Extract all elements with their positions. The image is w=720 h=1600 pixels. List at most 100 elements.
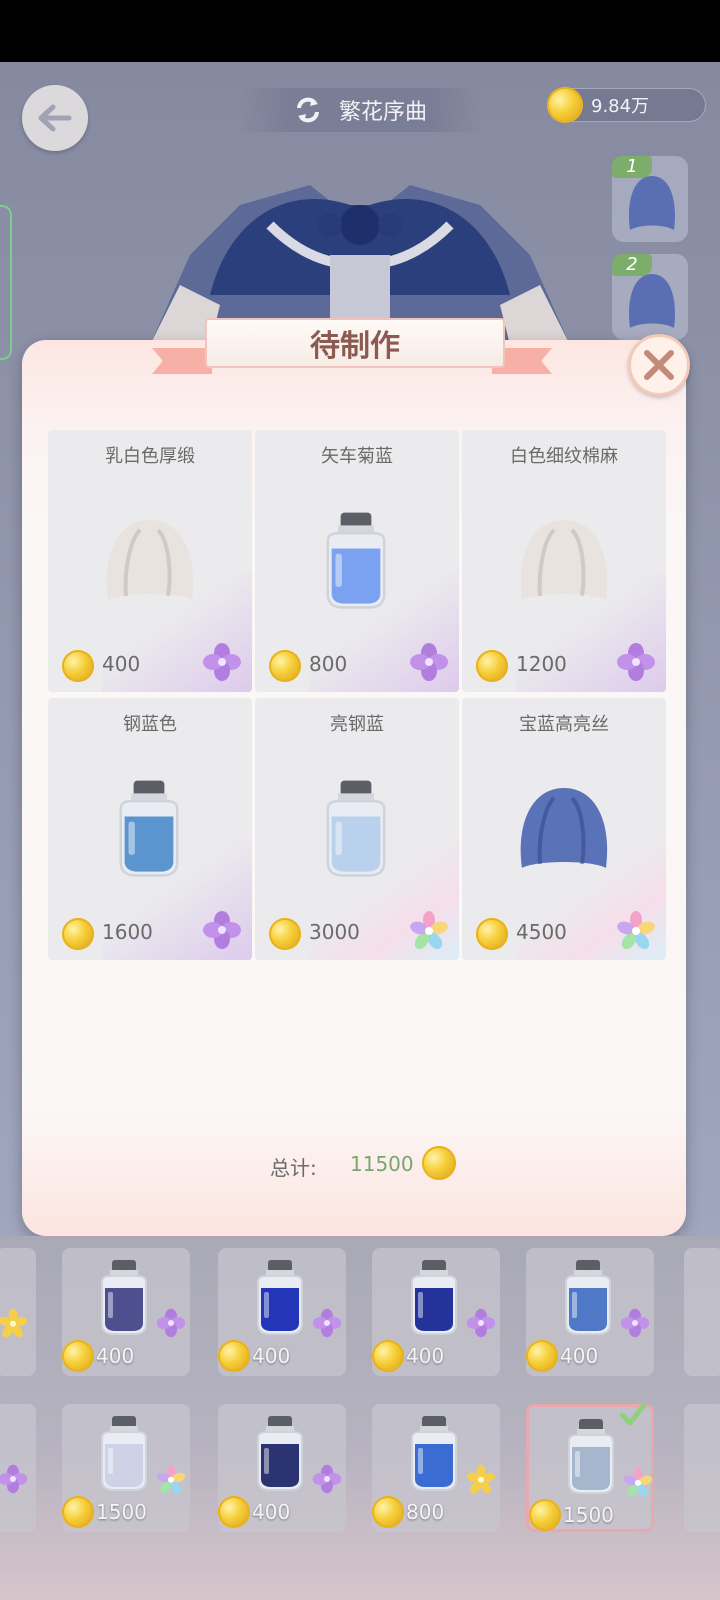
material-price: 3000 bbox=[309, 920, 360, 944]
material-name: 乳白色厚缎 bbox=[105, 446, 195, 467]
dialog-title: 待制作 bbox=[310, 329, 400, 364]
checkmark-icon bbox=[619, 1401, 647, 1427]
dialog-title-banner: 待制作 bbox=[205, 318, 505, 368]
outfit-title: 繁花序曲 bbox=[338, 100, 427, 125]
rainbow-flower-icon bbox=[409, 910, 449, 950]
tray-item-partial[interactable] bbox=[684, 1248, 720, 1376]
yellow-flower-icon bbox=[466, 1464, 496, 1494]
material-name: 钢蓝色 bbox=[123, 714, 177, 735]
dye-bottle-icon bbox=[561, 1417, 621, 1495]
material-card[interactable]: 乳白色厚缎 400 bbox=[48, 430, 252, 692]
dye-bottle-icon bbox=[100, 778, 200, 878]
gold-coin-icon bbox=[526, 1340, 558, 1372]
tray-dye-item[interactable]: 400 bbox=[372, 1248, 500, 1376]
purple-flower-icon bbox=[312, 1308, 342, 1338]
material-price: 4500 bbox=[516, 920, 567, 944]
material-card[interactable]: 亮钢蓝 3000 bbox=[255, 698, 459, 960]
gold-coin-icon bbox=[422, 1146, 456, 1180]
material-card[interactable]: 矢车菊蓝 800 bbox=[255, 430, 459, 692]
gold-coin-icon bbox=[372, 1340, 404, 1372]
tray-price: 400 bbox=[252, 1344, 291, 1368]
dye-bottle-icon bbox=[558, 1258, 618, 1336]
tray-dye-item[interactable]: 400 bbox=[526, 1248, 654, 1376]
tray-price: 1500 bbox=[563, 1503, 614, 1527]
currency-amount: 9.84万 bbox=[591, 96, 650, 117]
material-card[interactable]: 宝蓝高亮丝 4500 bbox=[462, 698, 666, 960]
tray-dye-item[interactable]: 1500 bbox=[526, 1401, 654, 1532]
purple-flower-icon bbox=[466, 1308, 496, 1338]
purple-flower-icon bbox=[409, 642, 449, 682]
dye-bottle-icon bbox=[94, 1414, 154, 1492]
tray-dye-item[interactable]: 400 bbox=[218, 1248, 346, 1376]
material-name: 白色细纹棉麻 bbox=[510, 446, 618, 467]
fabric-blue-icon bbox=[628, 274, 676, 328]
tray-dye-item[interactable]: 1500 bbox=[62, 1404, 190, 1532]
material-card[interactable]: 钢蓝色 1600 bbox=[48, 698, 252, 960]
total-label: 总计: bbox=[270, 1156, 317, 1180]
dye-bottle-icon bbox=[307, 778, 407, 878]
fabric-white-icon bbox=[514, 510, 614, 610]
slot-2[interactable]: 2 bbox=[612, 254, 688, 340]
refresh-icon bbox=[296, 97, 319, 123]
tray-dye-item[interactable]: 800 bbox=[372, 1404, 500, 1532]
dye-bottle-icon bbox=[307, 510, 407, 610]
gold-coin-icon bbox=[218, 1340, 250, 1372]
dye-bottle-icon bbox=[250, 1258, 310, 1336]
back-button[interactable] bbox=[22, 85, 88, 151]
dye-bottle-icon bbox=[250, 1414, 310, 1492]
dye-bottle-icon bbox=[404, 1414, 464, 1492]
material-price: 800 bbox=[309, 652, 348, 676]
purple-flower-icon bbox=[0, 1464, 28, 1494]
gold-coin-icon bbox=[269, 918, 301, 950]
purple-flower-icon bbox=[202, 642, 242, 682]
purple-flower-icon bbox=[156, 1308, 186, 1338]
gold-coin-icon bbox=[62, 1340, 94, 1372]
tray-item-partial[interactable] bbox=[684, 1404, 720, 1532]
purple-flower-icon bbox=[312, 1464, 342, 1494]
purple-flower-icon bbox=[202, 910, 242, 950]
tray-price: 400 bbox=[96, 1344, 135, 1368]
gold-coin-icon bbox=[62, 650, 94, 682]
gold-coin-icon bbox=[476, 918, 508, 950]
outfit-title-chip[interactable]: 繁花序曲 bbox=[240, 88, 480, 132]
material-card[interactable]: 白色细纹棉麻 1200 bbox=[462, 430, 666, 692]
rainbow-flower-icon bbox=[616, 910, 656, 950]
gold-coin-icon bbox=[372, 1496, 404, 1528]
gold-coin-icon bbox=[476, 650, 508, 682]
close-icon bbox=[644, 350, 674, 380]
tray-price: 400 bbox=[560, 1344, 599, 1368]
dye-bottle-icon bbox=[404, 1258, 464, 1336]
tray-dye-item[interactable]: 400 bbox=[62, 1248, 190, 1376]
material-price: 1600 bbox=[102, 920, 153, 944]
dye-bottle-icon bbox=[94, 1258, 154, 1336]
rainbow-flower-icon bbox=[623, 1467, 653, 1497]
material-name: 矢车菊蓝 bbox=[321, 446, 393, 467]
tray-price: 400 bbox=[252, 1500, 291, 1524]
tray-price: 400 bbox=[406, 1344, 445, 1368]
fabric-blue-icon bbox=[628, 176, 676, 230]
tray-price: 800 bbox=[406, 1500, 445, 1524]
material-name: 宝蓝高亮丝 bbox=[519, 714, 609, 735]
close-button[interactable] bbox=[628, 334, 690, 396]
fabric-blue-icon bbox=[514, 778, 614, 878]
material-name: 亮钢蓝 bbox=[330, 714, 384, 735]
back-arrow-icon bbox=[38, 104, 72, 132]
side-panel-edge[interactable] bbox=[0, 205, 12, 360]
material-price: 1200 bbox=[516, 652, 567, 676]
rainbow-flower-icon bbox=[156, 1464, 186, 1494]
tray-dye-item[interactable]: 400 bbox=[218, 1404, 346, 1532]
currency-display[interactable]: 9.84万 bbox=[547, 87, 706, 123]
gold-coin-icon bbox=[269, 650, 301, 682]
gold-coin-icon bbox=[547, 87, 583, 123]
tray-item-partial[interactable] bbox=[0, 1404, 36, 1532]
tray-item-partial[interactable] bbox=[0, 1248, 36, 1376]
slot-1[interactable]: 1 bbox=[612, 156, 688, 242]
purple-flower-icon bbox=[620, 1308, 650, 1338]
gold-coin-icon bbox=[218, 1496, 250, 1528]
purple-flower-icon bbox=[616, 642, 656, 682]
total-value: 11500 bbox=[350, 1152, 414, 1176]
material-price: 400 bbox=[102, 652, 141, 676]
gold-coin-icon bbox=[62, 1496, 94, 1528]
yellow-flower-icon bbox=[0, 1308, 28, 1338]
fabric-white-icon bbox=[100, 510, 200, 610]
